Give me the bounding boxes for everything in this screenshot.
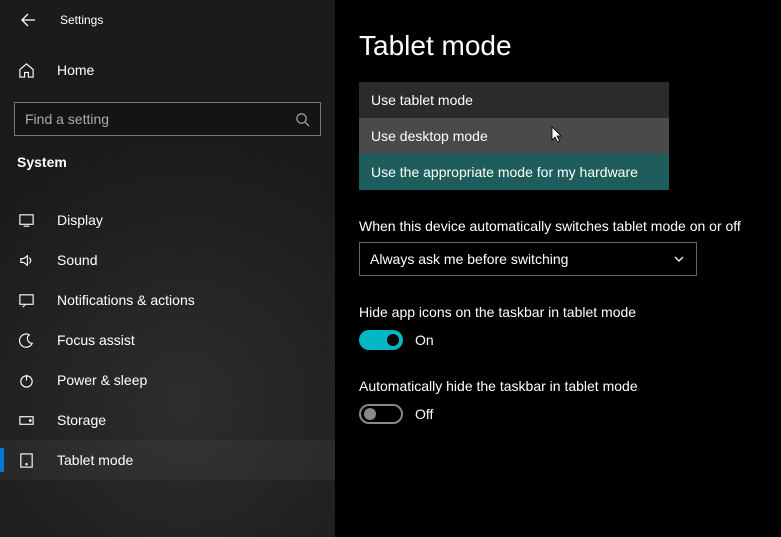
dropdown-option-label: Use tablet mode <box>371 92 473 108</box>
sidebar-item-sound[interactable]: Sound <box>0 240 335 280</box>
signin-mode-dropdown-open: Use tablet mode Use desktop mode Use the… <box>359 82 669 190</box>
auto-hide-toggle[interactable] <box>359 404 403 424</box>
sidebar-item-label: Power & sleep <box>57 372 147 388</box>
main-content: Tablet mode Use tablet mode Use desktop … <box>335 0 781 537</box>
titlebar: Settings <box>0 0 335 40</box>
sidebar-section-label: System <box>0 150 335 184</box>
back-button[interactable] <box>14 6 42 34</box>
sidebar-item-label: Notifications & actions <box>57 292 195 308</box>
auto-hide-label: Automatically hide the taskbar in tablet… <box>359 378 781 394</box>
sidebar: Settings Home Find a setting System Disp… <box>0 0 335 537</box>
cursor-icon <box>551 126 563 144</box>
sidebar-nav-list: Display Sound Notifications & actions Fo… <box>0 200 335 480</box>
sidebar-item-storage[interactable]: Storage <box>0 400 335 440</box>
search-icon <box>295 112 310 127</box>
arrow-left-icon <box>20 12 36 28</box>
sidebar-item-power-sleep[interactable]: Power & sleep <box>0 360 335 400</box>
sidebar-home-label: Home <box>57 62 94 78</box>
dropdown-option-tablet[interactable]: Use tablet mode <box>359 82 669 118</box>
hide-icons-label: Hide app icons on the taskbar in tablet … <box>359 304 781 320</box>
page-title: Tablet mode <box>359 30 781 62</box>
dropdown-option-desktop[interactable]: Use desktop mode <box>359 118 669 154</box>
sidebar-item-focus-assist[interactable]: Focus assist <box>0 320 335 360</box>
dropdown-option-appropriate[interactable]: Use the appropriate mode for my hardware <box>359 154 669 190</box>
sidebar-item-label: Display <box>57 212 103 228</box>
hide-icons-toggle[interactable] <box>359 330 403 350</box>
app-title: Settings <box>60 13 103 27</box>
auto-switch-value: Always ask me before switching <box>370 251 568 267</box>
search-placeholder: Find a setting <box>25 111 295 127</box>
dropdown-option-label: Use the appropriate mode for my hardware <box>371 164 638 180</box>
sidebar-item-label: Tablet mode <box>57 452 133 468</box>
sidebar-home[interactable]: Home <box>0 50 335 90</box>
sidebar-item-display[interactable]: Display <box>0 200 335 240</box>
speaker-icon <box>17 252 35 269</box>
sidebar-item-label: Focus assist <box>57 332 135 348</box>
message-icon <box>17 292 35 309</box>
sidebar-item-notifications[interactable]: Notifications & actions <box>0 280 335 320</box>
sidebar-item-tablet-mode[interactable]: Tablet mode <box>0 440 335 480</box>
dropdown-option-label: Use desktop mode <box>371 128 488 144</box>
chevron-down-icon <box>672 252 686 266</box>
monitor-icon <box>17 212 35 229</box>
auto-switch-select[interactable]: Always ask me before switching <box>359 242 697 276</box>
power-icon <box>17 372 35 389</box>
drive-icon <box>17 412 35 429</box>
auto-hide-state: Off <box>415 406 433 422</box>
hide-icons-state: On <box>415 332 434 348</box>
tablet-icon <box>17 452 35 469</box>
sidebar-item-label: Storage <box>57 412 106 428</box>
search-input[interactable]: Find a setting <box>14 102 321 136</box>
moon-icon <box>17 332 35 349</box>
home-icon <box>17 62 35 79</box>
auto-switch-label: When this device automatically switches … <box>359 218 781 234</box>
sidebar-item-label: Sound <box>57 252 97 268</box>
